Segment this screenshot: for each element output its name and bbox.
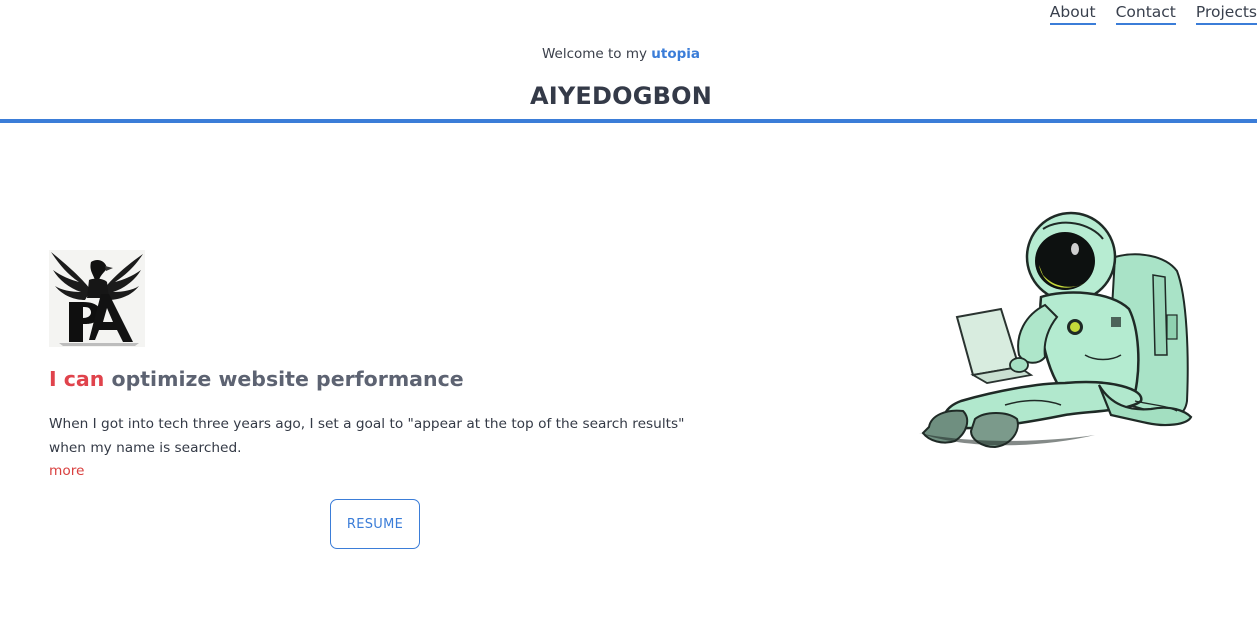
headline-rest: optimize website performance (104, 367, 464, 391)
headline-accent: I can (49, 367, 105, 391)
astronaut-with-laptop (919, 211, 1193, 449)
hero-headline: I can optimize website performance (49, 367, 464, 391)
more-link[interactable]: more (49, 461, 84, 481)
welcome-prefix: Welcome to my (541, 46, 652, 62)
nav-link-contact[interactable]: Contact (1115, 0, 1176, 25)
welcome-highlight: utopia (651, 46, 701, 62)
header-divider (0, 119, 1257, 123)
resume-button[interactable]: RESUME (330, 499, 420, 549)
site-title: AIYEDOGBON (529, 82, 713, 110)
nav-link-projects[interactable]: Projects (1195, 0, 1257, 25)
top-nav: About Contact Projects (1049, 0, 1257, 30)
welcome-text: Welcome to my utopia (0, 46, 1242, 62)
nav-link-about[interactable]: About (1049, 0, 1096, 25)
eagle-monogram-logo (49, 250, 145, 347)
hero-intro: When I got into tech three years ago, I … (49, 416, 685, 456)
